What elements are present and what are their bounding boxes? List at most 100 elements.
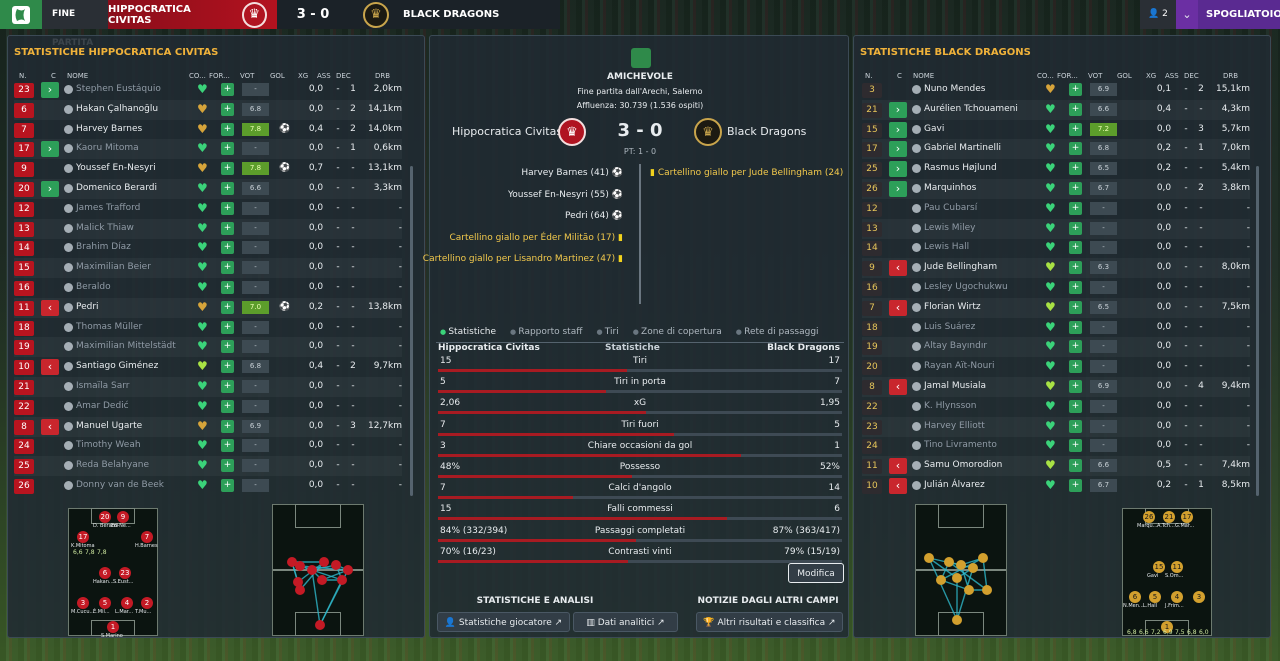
player-name[interactable]: Brahim Díaz [76, 242, 131, 252]
table-row[interactable]: 19 Maximilian Mittelstädt ♥ + -0,0- - - [14, 337, 402, 358]
player-name[interactable]: Thomas Müller [76, 322, 142, 332]
formation-player-dot[interactable]: 3 [77, 597, 89, 609]
away-formation-pitch[interactable]: 26 Marqu... 21 A.Tch... 17 G.Mar... 15 Gavi 11 S.… [1122, 508, 1212, 636]
table-row[interactable]: 23 Harvey Elliott ♥ + -0,0- - - [862, 416, 1250, 437]
table-row[interactable]: 9 Youssef En-Nesyri ♥ +7.8 ⚽ 0,7- -13,1km [14, 159, 402, 179]
tab-rete-di-passaggi[interactable]: ● Rete di passaggi [736, 327, 819, 337]
player-name[interactable]: Julián Álvarez [924, 480, 985, 490]
player-name[interactable]: K. Hlynsson [924, 401, 977, 411]
formation-player-dot[interactable]: 11 [1171, 561, 1183, 573]
average-position-dot[interactable] [317, 575, 327, 585]
player-name[interactable]: Jude Bellingham [924, 262, 997, 272]
table-row[interactable]: 22 K. Hlynsson ♥ + -0,0- - - [862, 397, 1250, 417]
average-position-dot[interactable] [331, 560, 341, 570]
table-row[interactable]: 13 Malick Thiaw ♥ + -0,0- - - [14, 218, 402, 239]
average-position-dot[interactable] [343, 565, 353, 575]
average-position-dot[interactable] [952, 573, 962, 583]
average-position-dot[interactable] [319, 557, 329, 567]
table-row[interactable]: 7 ‹ Florian Wirtz ♥ +6.5 0,0- -7,5km [862, 297, 1250, 318]
formation-player-dot[interactable]: 17 [77, 531, 89, 543]
formation-player-dot[interactable]: 5 [99, 597, 111, 609]
formation-player-dot[interactable]: 6 [99, 567, 111, 579]
table-row[interactable]: 18 Thomas Müller ♥ + -0,0- - - [14, 318, 402, 338]
away-team-name[interactable]: ♛ BLACK DRAGONS [349, 0, 504, 29]
average-position-dot[interactable] [315, 620, 325, 630]
scrollbar[interactable] [410, 166, 413, 496]
average-position-dot[interactable] [982, 585, 992, 595]
formation-player-dot[interactable]: 7 [141, 531, 153, 543]
formation-player-dot[interactable]: 4 [1171, 591, 1183, 603]
player-name[interactable]: Stephen Eustáquio [76, 84, 161, 94]
table-row[interactable]: 25 › Rasmus Højlund ♥ +6.5 0,2- -5,4km [862, 159, 1250, 179]
home-formation-pitch[interactable]: 20 D. Berardi 9 En-Ne... 17 K.Mitoma 7 H.Barnes… [68, 508, 158, 639]
home-team-name[interactable]: HIPPOCRATICA CIVITAS ♛ [108, 0, 277, 29]
average-position-dot[interactable] [978, 553, 988, 563]
player-name[interactable]: Gavi [924, 124, 944, 134]
player-name[interactable]: Kaoru Mitoma [76, 143, 139, 153]
player-name[interactable]: Nuno Mendes [924, 84, 985, 94]
player-name[interactable]: Aurélien Tchouameni [924, 104, 1018, 114]
table-row[interactable]: 8 ‹ Jamal Musiala ♥ +6.9 0,0-4 9,4km [862, 377, 1250, 397]
table-row[interactable]: 23 › Stephen Eustáquio ♥ + -0,0-1 2,0km [14, 80, 402, 100]
table-row[interactable]: 17 › Kaoru Mitoma ♥ + -0,0-1 0,6km [14, 139, 402, 160]
average-position-dot[interactable] [295, 561, 305, 571]
player-name[interactable]: Pau Cubarsí [924, 203, 977, 213]
formation-player-dot[interactable]: 4 [121, 597, 133, 609]
player-name[interactable]: Donny van de Beek [76, 480, 164, 490]
table-row[interactable]: 11 ‹ Pedri ♥ +7.0 ⚽ 0,2- -13,8km [14, 297, 402, 318]
average-position-dot[interactable] [924, 553, 934, 563]
formation-player-dot[interactable]: 1 [107, 621, 119, 633]
table-row[interactable]: 16 Lesley Ugochukwu ♥ + -0,0- - - [862, 278, 1250, 298]
table-row[interactable]: 13 Lewis Miley ♥ + -0,0- - - [862, 218, 1250, 239]
average-position-dot[interactable] [307, 565, 317, 575]
average-position-dot[interactable] [337, 575, 347, 585]
table-row[interactable]: 26 Donny van de Beek ♥ + -0,0- - - [14, 476, 402, 496]
player-name[interactable]: Luis Suárez [924, 322, 975, 332]
notifications-button[interactable]: 👤 2 [1140, 0, 1176, 29]
formation-player-dot[interactable]: 17 [1181, 511, 1193, 523]
tab-zone-di-copertura[interactable]: ● Zone di copertura [633, 327, 722, 337]
table-row[interactable]: 19 Altay Bayındır ♥ + -0,0- - - [862, 337, 1250, 358]
average-position-dot[interactable] [952, 615, 962, 625]
modify-button[interactable]: Modifica [788, 563, 844, 583]
table-row[interactable]: 14 Lewis Hall ♥ + -0,0- - - [862, 238, 1250, 258]
table-row[interactable]: 26 › Marquinhos ♥ +6.7 0,0-2 3,8km [862, 179, 1250, 199]
other-results-button[interactable]: 🏆 Altri risultati e classifica ↗ [696, 612, 843, 632]
player-name[interactable]: Altay Bayındır [924, 341, 987, 351]
table-row[interactable]: 18 Luis Suárez ♥ + -0,0- - - [862, 318, 1250, 338]
tab-tiri[interactable]: ● Tiri [596, 327, 618, 337]
table-row[interactable]: 20 Rayan Aït-Nouri ♥ + -0,0- - - [862, 357, 1250, 377]
table-row[interactable]: 25 Reda Belahyane ♥ + -0,0- - - [14, 456, 402, 477]
chevron-down-icon[interactable]: ⌄ [1176, 0, 1198, 29]
table-row[interactable]: 12 Pau Cubarsí ♥ + -0,0- - - [862, 199, 1250, 219]
player-name[interactable]: Tino Livramento [924, 440, 997, 450]
scrollbar[interactable] [1256, 166, 1259, 496]
player-name[interactable]: Lewis Miley [924, 223, 975, 233]
tab-statistiche[interactable]: ● Statistiche [440, 327, 496, 337]
table-row[interactable]: 20 › Domenico Berardi ♥ +6.6 0,0- -3,3km [14, 179, 402, 199]
table-row[interactable]: 15 › Gavi ♥ +7.2 0,0-3 5,7km [862, 120, 1250, 140]
player-name[interactable]: Beraldo [76, 282, 111, 292]
player-name[interactable]: Rayan Aït-Nouri [924, 361, 995, 371]
formation-player-dot[interactable]: 3 [1193, 591, 1205, 603]
formation-player-dot[interactable]: 23 [119, 567, 131, 579]
formation-player-dot[interactable]: 15 [1153, 561, 1165, 573]
dressing-room-button[interactable]: SPOGLIATOIO [1198, 0, 1280, 29]
player-name[interactable]: Florian Wirtz [924, 302, 981, 312]
table-row[interactable]: 9 ‹ Jude Bellingham ♥ +6.3 0,0- -8,0km [862, 258, 1250, 279]
player-name[interactable]: Lewis Hall [924, 242, 969, 252]
player-name[interactable]: Timothy Weah [76, 440, 141, 450]
average-position-dot[interactable] [936, 575, 946, 585]
average-position-dot[interactable] [956, 560, 966, 570]
away-positions-pitch[interactable] [915, 504, 1007, 636]
player-name[interactable]: Samu Omorodion [924, 460, 1002, 470]
player-name[interactable]: Domenico Berardi [76, 183, 157, 193]
player-name[interactable]: Marquinhos [924, 183, 976, 193]
table-row[interactable]: 8 ‹ Manuel Ugarte ♥ +6.9 0,0-3 12,7km [14, 416, 402, 437]
table-row[interactable]: 21 › Aurélien Tchouameni ♥ +6.6 0,4- -4,3km [862, 99, 1250, 120]
table-row[interactable]: 14 Brahim Díaz ♥ + -0,0- - - [14, 238, 402, 258]
player-name[interactable]: Manuel Ugarte [76, 421, 142, 431]
formation-player-dot[interactable]: 26 [1143, 511, 1155, 523]
table-row[interactable]: 10 ‹ Julián Álvarez ♥ +6.7 0,2-1 8,5km [862, 476, 1250, 496]
average-position-dot[interactable] [944, 557, 954, 567]
